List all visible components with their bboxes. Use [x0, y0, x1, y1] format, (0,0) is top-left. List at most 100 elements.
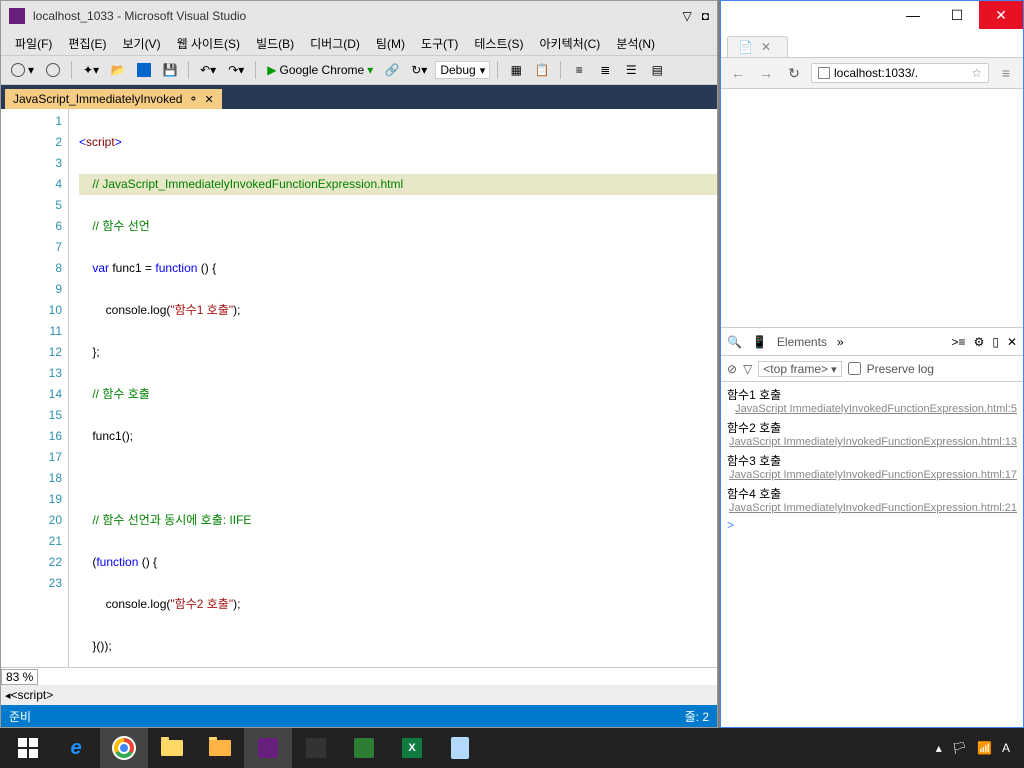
- tab-pin-icon[interactable]: ⚬: [188, 92, 198, 106]
- refresh-button[interactable]: ↻▾: [407, 63, 431, 77]
- filter-icon[interactable]: ▽: [743, 362, 752, 376]
- browser-tab[interactable]: 📄 ✕: [727, 36, 788, 57]
- tray-lang[interactable]: A: [1002, 741, 1010, 755]
- menu-button[interactable]: ≡: [995, 62, 1017, 84]
- taskbar-vs-green[interactable]: [340, 728, 388, 768]
- devtools: 🔍 📱 Elements » >≡ ⚙ ▯ ✕ ⊘ ▽ <top frame> …: [721, 327, 1023, 727]
- tb-icon-1[interactable]: ▦: [505, 59, 527, 81]
- editor-tab[interactable]: JavaScript_ImmediatelyInvoked ⚬ ✕: [5, 89, 222, 109]
- vs-tabbar: JavaScript_ImmediatelyInvoked ⚬ ✕: [1, 85, 717, 109]
- vs-breadcrumb[interactable]: ◂ <script>: [1, 685, 717, 705]
- console-src[interactable]: JavaScript ImmediatelyInvokedFunctionExp…: [727, 502, 1017, 514]
- console-src[interactable]: JavaScript ImmediatelyInvokedFunctionExp…: [727, 469, 1017, 481]
- tray-flag-icon[interactable]: 🏳: [952, 741, 967, 755]
- quicklaunch-icon[interactable]: ▽: [683, 9, 692, 23]
- tray-net-icon[interactable]: 📶: [977, 741, 992, 755]
- menu-team[interactable]: 팀(M): [368, 32, 413, 55]
- vs-editor[interactable]: 1234567891011121314151617181920212223 <s…: [1, 109, 717, 667]
- tray-up-icon[interactable]: ▴: [936, 741, 942, 755]
- page-icon: [818, 67, 830, 79]
- frame-select[interactable]: <top frame> ▾: [758, 361, 841, 377]
- new-project-button[interactable]: ✦▾: [79, 63, 103, 77]
- console-msg: 함수2 호출: [727, 419, 1017, 436]
- redo-button[interactable]: ↷▾: [224, 63, 248, 77]
- line-gutter: 1234567891011121314151617181920212223: [1, 109, 69, 667]
- taskbar-notepad[interactable]: [436, 728, 484, 768]
- back-button[interactable]: ←: [727, 62, 749, 84]
- console-msg: 함수3 호출: [727, 452, 1017, 469]
- devtools-tab-elements[interactable]: Elements: [777, 335, 827, 349]
- menu-edit[interactable]: 편집(E): [60, 32, 114, 55]
- tb-icon-5[interactable]: ☰: [620, 59, 642, 81]
- vs-menubar: 파일(F) 편집(E) 보기(V) 웹 사이트(S) 빌드(B) 디버그(D) …: [1, 31, 717, 55]
- console-msg: 함수4 호출: [727, 485, 1017, 502]
- dock-icon[interactable]: ▯: [992, 335, 999, 349]
- devtools-close-icon[interactable]: ✕: [1007, 335, 1017, 349]
- vs-titlebar: localhost_1033 - Microsoft Visual Studio…: [1, 1, 717, 31]
- menu-debug[interactable]: 디버그(D): [302, 32, 368, 55]
- vs-logo-icon: [9, 8, 25, 24]
- visual-studio-window: localhost_1033 - Microsoft Visual Studio…: [0, 0, 718, 728]
- menu-test[interactable]: 테스트(S): [466, 32, 531, 55]
- config-select[interactable]: Debug▾: [435, 61, 490, 79]
- menu-architecture[interactable]: 아키텍처(C): [531, 32, 608, 55]
- reload-button[interactable]: ↻: [783, 62, 805, 84]
- tb-icon-2[interactable]: 📋: [531, 59, 553, 81]
- zoom-level[interactable]: 83 %: [1, 669, 38, 685]
- taskbar-explorer[interactable]: [148, 728, 196, 768]
- preserve-log-checkbox[interactable]: [848, 362, 861, 375]
- devtools-header: 🔍 📱 Elements » >≡ ⚙ ▯ ✕: [721, 328, 1023, 356]
- status-line: 줄: 2: [685, 708, 709, 725]
- devtools-filterbar: ⊘ ▽ <top frame> ▾ Preserve log: [721, 356, 1023, 382]
- code-area[interactable]: <script> // JavaScript_ImmediatelyInvoke…: [69, 109, 717, 667]
- maximize-button[interactable]: ☐: [935, 1, 979, 29]
- nav-forward-button[interactable]: [42, 59, 64, 81]
- tb-icon-6[interactable]: ▤: [646, 59, 668, 81]
- taskbar-vs[interactable]: [244, 728, 292, 768]
- save-all-button[interactable]: 💾: [159, 59, 181, 81]
- nav-back-button[interactable]: ▾: [7, 63, 38, 77]
- console-src[interactable]: JavaScript ImmediatelyInvokedFunctionExp…: [727, 436, 1017, 448]
- console-prompt[interactable]: >: [727, 518, 1017, 532]
- system-tray[interactable]: ▴ 🏳 📶 A: [926, 741, 1020, 755]
- menu-build[interactable]: 빌드(B): [248, 32, 302, 55]
- start-button[interactable]: [4, 728, 52, 768]
- chevron-right-icon[interactable]: »: [837, 335, 844, 349]
- chrome-window: — ☐ ✕ 📄 ✕ ← → ↻ localhost:1033/. ☆ ≡ 🔍 📱…: [720, 0, 1024, 728]
- console-icon[interactable]: >≡: [952, 335, 966, 349]
- taskbar-vs-dark[interactable]: [292, 728, 340, 768]
- run-button[interactable]: ▶ Google Chrome ▾: [263, 63, 377, 77]
- menu-view[interactable]: 보기(V): [114, 32, 168, 55]
- taskbar-chrome[interactable]: [100, 728, 148, 768]
- tab-label: JavaScript_ImmediatelyInvoked: [13, 92, 182, 106]
- tb-icon-3[interactable]: ≡: [568, 59, 590, 81]
- open-button[interactable]: 📂: [107, 59, 129, 81]
- menu-website[interactable]: 웹 사이트(S): [169, 32, 249, 55]
- taskbar-excel[interactable]: X: [388, 728, 436, 768]
- device-icon[interactable]: 📱: [752, 335, 767, 349]
- vs-bottom-bar: 83 %: [1, 667, 717, 685]
- minimize-button[interactable]: —: [891, 1, 935, 29]
- star-icon[interactable]: ☆: [971, 66, 982, 80]
- tab-close-icon[interactable]: ✕: [761, 40, 771, 54]
- close-button[interactable]: ✕: [979, 1, 1023, 29]
- taskbar-ie[interactable]: e: [52, 728, 100, 768]
- search-icon[interactable]: 🔍: [727, 335, 742, 349]
- tab-close-icon[interactable]: ✕: [204, 93, 213, 106]
- save-button[interactable]: [133, 59, 155, 81]
- forward-button[interactable]: →: [755, 62, 777, 84]
- tb-icon-4[interactable]: ≣: [594, 59, 616, 81]
- settings-icon[interactable]: ⚙: [974, 335, 985, 349]
- undo-button[interactable]: ↶▾: [196, 63, 220, 77]
- taskbar-tools[interactable]: [196, 728, 244, 768]
- menu-analyze[interactable]: 분석(N): [608, 32, 663, 55]
- menu-tools[interactable]: 도구(T): [413, 32, 466, 55]
- console-src[interactable]: JavaScript ImmediatelyInvokedFunctionExp…: [727, 403, 1017, 415]
- menu-file[interactable]: 파일(F): [7, 32, 60, 55]
- browser-link-button[interactable]: 🔗: [381, 59, 403, 81]
- clear-icon[interactable]: ⊘: [727, 362, 737, 376]
- feedback-icon[interactable]: ◘: [702, 9, 709, 23]
- url-input[interactable]: localhost:1033/. ☆: [811, 63, 989, 83]
- taskbar: e X ▴ 🏳 📶 A: [0, 728, 1024, 768]
- devtools-console[interactable]: 함수1 호출JavaScript ImmediatelyInvokedFunct…: [721, 382, 1023, 727]
